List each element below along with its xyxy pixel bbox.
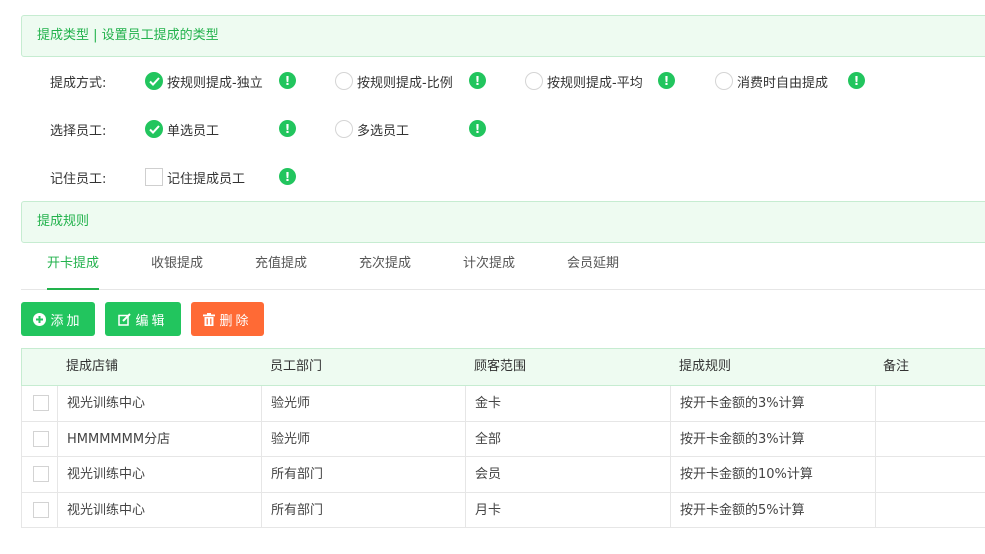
tab-open-card[interactable]: 开卡提成 bbox=[47, 244, 100, 290]
info-icon[interactable]: ! bbox=[279, 72, 296, 89]
row-checkbox[interactable] bbox=[33, 501, 49, 518]
method-option-label: 按规则提成-独立 bbox=[167, 75, 263, 91]
column-header-customer-scope: 顾客范围 bbox=[474, 359, 527, 374]
staff-option-label: 多选员工 bbox=[357, 123, 410, 139]
cell-customer-scope: 月卡 bbox=[465, 492, 670, 528]
table-row[interactable]: 视光训练中心 验光师 金卡 按开卡金额的3%计算 bbox=[21, 386, 985, 422]
table-header: 提成店铺 员工部门 顾客范围 提成规则 备注 bbox=[21, 348, 985, 386]
cell-rule: 按开卡金额的10%计算 bbox=[670, 457, 875, 492]
tab-recharge-times[interactable]: 充次提成 bbox=[359, 244, 411, 290]
cell-customer-scope: 金卡 bbox=[465, 386, 670, 421]
row-checkbox[interactable] bbox=[33, 430, 49, 447]
info-icon[interactable]: ! bbox=[469, 72, 486, 89]
tab-count-times[interactable]: 计次提成 bbox=[463, 244, 515, 290]
table-row[interactable]: 视光训练中心 所有部门 会员 按开卡金额的10%计算 bbox=[21, 457, 985, 493]
row-checkbox[interactable] bbox=[33, 395, 49, 411]
info-icon[interactable]: ! bbox=[469, 120, 486, 137]
commission-method-label: 提成方式: bbox=[50, 76, 107, 91]
radio-checked-icon[interactable] bbox=[145, 72, 163, 90]
cell-rule: 按开卡金额的3%计算 bbox=[670, 421, 875, 457]
cell-remark bbox=[875, 386, 985, 421]
commission-method-row: 提成方式: 按规则提成-独立 ! 按规则提成-比例 ! 按规则提成-平均 ! 消… bbox=[0, 69, 985, 93]
staff-option-label: 单选员工 bbox=[167, 123, 220, 139]
remember-staff-label: 记住员工: bbox=[50, 172, 107, 187]
method-option-label: 按规则提成-比例 bbox=[357, 75, 453, 91]
section-header-commission-type: 提成类型 | 设置员工提成的类型 bbox=[21, 15, 985, 57]
info-icon[interactable]: ! bbox=[848, 72, 865, 89]
cell-store: 视光训练中心 bbox=[57, 386, 261, 421]
row-checkbox[interactable] bbox=[33, 466, 49, 482]
staff-option-multiple[interactable]: 多选员工 bbox=[335, 117, 409, 141]
method-option-independent[interactable]: 按规则提成-独立 bbox=[145, 69, 263, 93]
commission-tabs: 开卡提成 收银提成 充值提成 充次提成 计次提成 会员延期 bbox=[21, 244, 985, 290]
radio-unchecked-icon[interactable] bbox=[715, 72, 733, 90]
delete-button[interactable]: 删除 bbox=[191, 302, 264, 336]
table-row[interactable]: HMMMMMM分店 验光师 全部 按开卡金额的3%计算 bbox=[21, 421, 985, 457]
column-header-department: 员工部门 bbox=[270, 359, 323, 374]
plus-circle-icon bbox=[33, 312, 47, 326]
method-option-average[interactable]: 按规则提成-平均 bbox=[525, 69, 643, 93]
trash-icon bbox=[203, 312, 216, 326]
info-icon[interactable]: ! bbox=[658, 72, 675, 89]
remember-staff-row: 记住员工: 记住提成员工 ! bbox=[0, 165, 985, 189]
radio-unchecked-icon[interactable] bbox=[525, 72, 543, 90]
radio-unchecked-icon[interactable] bbox=[335, 72, 353, 90]
method-option-label: 消费时自由提成 bbox=[737, 75, 829, 91]
remember-staff-option-label: 记住提成员工 bbox=[167, 171, 246, 187]
tab-recharge[interactable]: 充值提成 bbox=[255, 244, 307, 290]
staff-select-label: 选择员工: bbox=[50, 124, 107, 139]
tab-member-extension[interactable]: 会员延期 bbox=[567, 244, 619, 290]
cell-store: 视光训练中心 bbox=[57, 492, 261, 528]
add-button-label: 添加 bbox=[50, 313, 83, 329]
cell-store: HMMMMMM分店 bbox=[57, 421, 261, 457]
cell-remark bbox=[875, 421, 985, 457]
cell-customer-scope: 全部 bbox=[465, 421, 670, 457]
staff-select-row: 选择员工: 单选员工 ! 多选员工 ! bbox=[0, 117, 985, 141]
commission-rules-table: 提成店铺 员工部门 顾客范围 提成规则 备注 视光训练中心 验光师 金卡 按开卡… bbox=[21, 348, 985, 528]
tab-cashier[interactable]: 收银提成 bbox=[151, 244, 203, 290]
edit-icon bbox=[118, 312, 132, 326]
cell-store: 视光训练中心 bbox=[57, 457, 261, 492]
info-icon[interactable]: ! bbox=[279, 168, 296, 185]
cell-customer-scope: 会员 bbox=[465, 457, 670, 492]
add-button[interactable]: 添加 bbox=[21, 302, 95, 336]
method-option-label: 按规则提成-平均 bbox=[547, 75, 643, 91]
remember-staff-checkbox[interactable]: 记住提成员工 bbox=[145, 165, 245, 189]
column-header-remark: 备注 bbox=[883, 359, 910, 374]
radio-checked-icon[interactable] bbox=[145, 120, 163, 138]
cell-remark bbox=[875, 492, 985, 528]
section-header-commission-rules: 提成规则 bbox=[21, 201, 985, 243]
cell-department: 验光师 bbox=[261, 386, 465, 421]
checkbox-unchecked-icon[interactable] bbox=[145, 168, 163, 186]
edit-button[interactable]: 编辑 bbox=[105, 302, 181, 336]
method-option-ratio[interactable]: 按规则提成-比例 bbox=[335, 69, 453, 93]
method-option-free[interactable]: 消费时自由提成 bbox=[715, 69, 828, 93]
staff-option-single[interactable]: 单选员工 bbox=[145, 117, 219, 141]
cell-department: 所有部门 bbox=[261, 457, 465, 492]
cell-department: 验光师 bbox=[261, 421, 465, 457]
cell-department: 所有部门 bbox=[261, 492, 465, 528]
cell-remark bbox=[875, 457, 985, 492]
cell-rule: 按开卡金额的3%计算 bbox=[670, 386, 875, 421]
column-header-store: 提成店铺 bbox=[66, 359, 119, 374]
radio-unchecked-icon[interactable] bbox=[335, 120, 353, 138]
column-header-rule: 提成规则 bbox=[679, 359, 732, 374]
info-icon[interactable]: ! bbox=[279, 120, 296, 137]
edit-button-label: 编辑 bbox=[135, 313, 168, 329]
table-row[interactable]: 视光训练中心 所有部门 月卡 按开卡金额的5%计算 bbox=[21, 492, 985, 528]
cell-rule: 按开卡金额的5%计算 bbox=[670, 492, 875, 528]
delete-button-label: 删除 bbox=[219, 313, 252, 329]
